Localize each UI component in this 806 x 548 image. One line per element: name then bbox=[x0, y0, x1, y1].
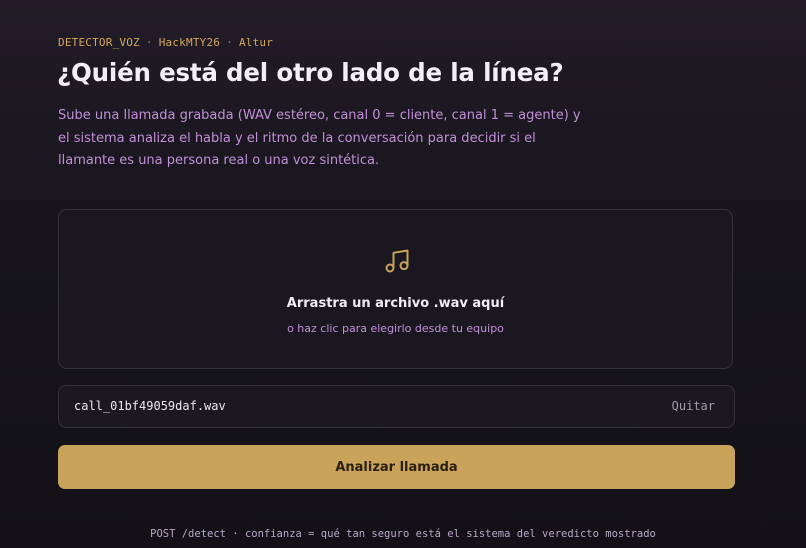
intro-text: Sube una llamada grabada (WAV estéreo, c… bbox=[58, 108, 581, 168]
dropzone-title: Arrastra un archivo .wav aquí bbox=[286, 296, 505, 311]
dropzone-subtitle: o haz clic para elegirlo desde tu equipo bbox=[287, 322, 504, 335]
footer-note: POST /detect · confianza = qué tan segur… bbox=[150, 528, 656, 540]
analyze-call-button[interactable]: Analizar llamada bbox=[58, 445, 735, 489]
selected-file-name: call_01bf49059daf.wav bbox=[74, 399, 226, 413]
music-note-icon bbox=[385, 249, 409, 273]
remove-file-button[interactable]: Quitar bbox=[672, 399, 715, 413]
project-name: DETECTOR_VOZ bbox=[58, 36, 140, 49]
eyebrow-separator: · bbox=[145, 36, 153, 49]
team-name: Altur bbox=[238, 36, 274, 49]
file-dropzone[interactable]: Arrastra un archivo .wav aquí o haz clic… bbox=[58, 209, 733, 369]
selected-file-bar: call_01bf49059daf.wav Quitar bbox=[58, 385, 735, 428]
eyebrow-separator: · bbox=[226, 36, 233, 49]
event-name: HackMTY26 bbox=[158, 36, 221, 49]
eyebrow: DETECTOR_VOZ · HackMTY26 · Altur bbox=[58, 36, 273, 49]
page-title: ¿Quién está del otro lado de la línea? bbox=[57, 58, 564, 87]
